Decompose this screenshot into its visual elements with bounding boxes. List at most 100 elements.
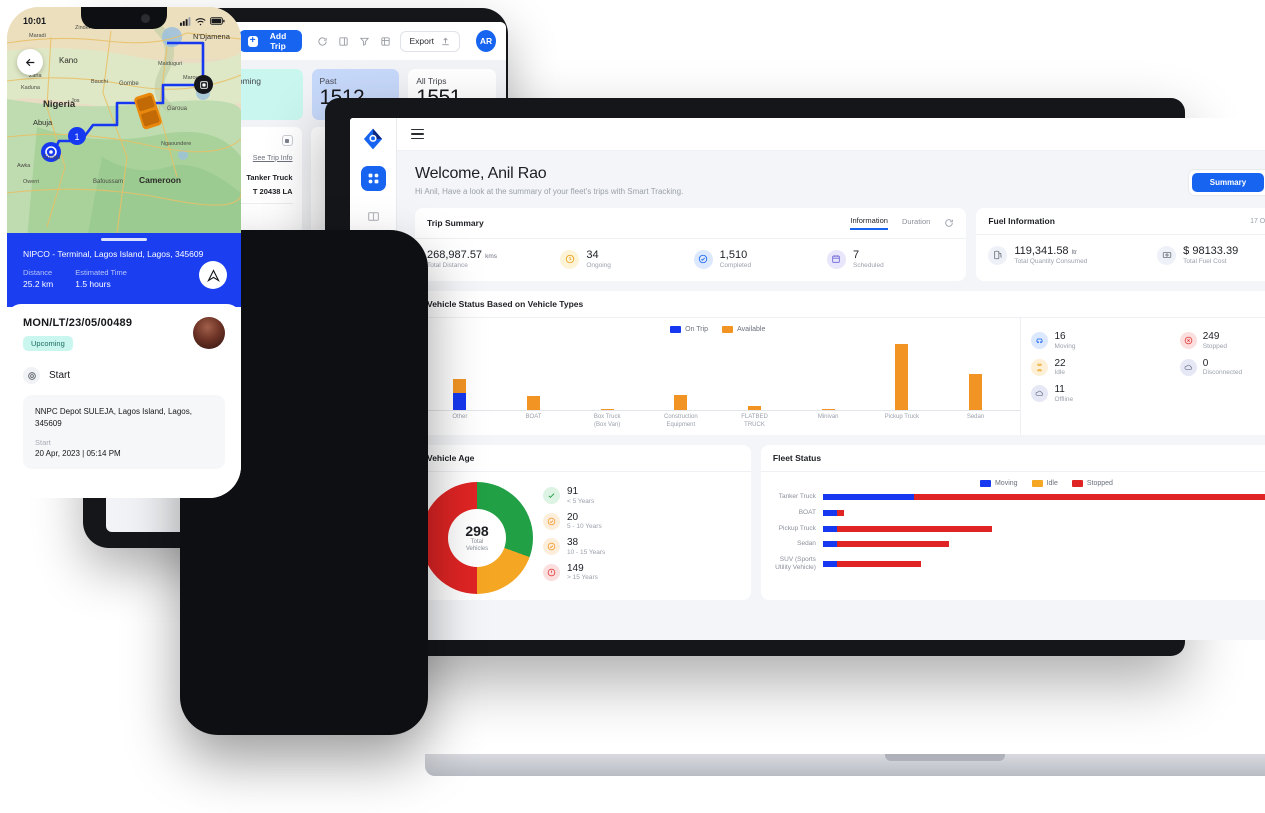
- kpi-label: Scheduled: [852, 262, 884, 270]
- fleet-status-segment: [822, 509, 837, 516]
- svg-text:Garoua: Garoua: [167, 106, 188, 112]
- toolbar-icon-group: [317, 36, 391, 47]
- tab-information[interactable]: Information: [850, 216, 888, 230]
- fleet-status-segment: [822, 493, 915, 500]
- page-subtitle: Hi Anil, Have a look at the summary of y…: [415, 187, 684, 196]
- bar-segment: [453, 393, 467, 411]
- status-col-left: 16 Moving 22 Idle 11 Offline: [1031, 332, 1173, 412]
- origin-pin-icon: [23, 367, 40, 384]
- see-trip-info-link[interactable]: See Trip Info: [253, 155, 293, 162]
- disconnect-icon: [1179, 358, 1197, 376]
- status-badge: Upcoming: [23, 336, 73, 351]
- tab-summary[interactable]: Summary: [1191, 173, 1265, 192]
- sidebar-item-reports[interactable]: [362, 205, 384, 227]
- bar-column: [527, 333, 540, 411]
- status-label: Stopped: [1202, 342, 1227, 350]
- svg-text:Enugu: Enugu: [43, 155, 60, 161]
- age-bucket-under-5: 91 < 5 Years: [543, 487, 745, 505]
- trip-more-icon[interactable]: [281, 135, 293, 147]
- filter-icon[interactable]: [359, 36, 370, 47]
- drag-handle[interactable]: [101, 238, 147, 241]
- fleet-status-row: Tanker Truck: [771, 493, 1265, 501]
- fleet-status-label: SUV (Sports Utility Vehicle): [775, 556, 816, 572]
- vehicle-status-header: Vehicle Status Based on Vehicle Types On…: [415, 291, 1265, 319]
- recenter-icon: [199, 80, 208, 89]
- check-circle-icon: [543, 512, 560, 530]
- upload-icon: [442, 37, 449, 45]
- kpi-total-distance: 268,987.57 kms Total Distance: [427, 249, 554, 269]
- age-value: 149: [567, 562, 584, 574]
- recenter-button[interactable]: [194, 75, 213, 94]
- kpi-total-fuel-cost: $ 98133.39 Total Fuel Cost: [1157, 245, 1265, 265]
- banner-eta: Estimated Time 1.5 hours: [75, 268, 127, 289]
- fuel-information-panel: Fuel Information 17 Oct 2023 To 16 N... …: [976, 208, 1265, 282]
- legend-moving: Moving: [979, 480, 1018, 488]
- banner-address: NIPCO - Terminal, Lagos Island, Lagos, 3…: [23, 249, 204, 259]
- add-trip-button[interactable]: + Add Trip: [238, 30, 303, 52]
- donut-center: 298 Total Vehicles: [448, 509, 506, 568]
- kpi-scheduled: 7 Scheduled: [826, 249, 954, 270]
- status-disconnected: 0 Disconnected: [1179, 358, 1265, 376]
- panel-title: Fuel Information: [988, 216, 1055, 226]
- fleet-status-segment: [836, 561, 922, 568]
- start-time-label: Start: [35, 438, 51, 448]
- fleet-status-track: [822, 525, 1265, 532]
- arrow-left-icon: [25, 58, 34, 66]
- fuel-date-range: 17 Oct 2023 To 16 N...: [1250, 217, 1265, 225]
- fleet-status-row: SUV (Sports Utility Vehicle): [771, 556, 1265, 572]
- bar-column: [821, 333, 835, 411]
- sidebar-item-dashboard[interactable]: [360, 166, 386, 191]
- driver-avatar[interactable]: [193, 317, 225, 349]
- welcome-section: Welcome, Anil Rao Hi Anil, Have a look a…: [397, 151, 1265, 208]
- vehicle-status-counts: 16 Moving 22 Idle 11 Offline 249 Stopped…: [1020, 318, 1265, 436]
- kpi-label: Total Distance: [427, 262, 468, 270]
- status-count-grid: 16 Moving 22 Idle 11 Offline 249 Stopped…: [1021, 318, 1265, 412]
- panel-title: Vehicle Status Based on Vehicle Types: [427, 299, 584, 310]
- summary-row: Trip Summary Information Duration 268,98…: [397, 208, 1265, 282]
- kpi-ongoing: 34 Ongoing: [560, 249, 687, 269]
- status-value: 22: [1054, 357, 1066, 369]
- export-button[interactable]: Export: [400, 30, 461, 52]
- stat-label: Past: [319, 76, 337, 86]
- tab-duration[interactable]: Duration: [902, 217, 930, 229]
- refresh-icon[interactable]: [944, 218, 954, 228]
- legend-label: Stopped: [1086, 480, 1113, 488]
- avatar[interactable]: AR: [476, 30, 496, 52]
- car-icon: [1031, 332, 1049, 350]
- refresh-icon[interactable]: [317, 36, 328, 47]
- fuel-kpis: 119,341.58 ltr Total Quantity Consumed $…: [976, 235, 1265, 277]
- banner-distance: Distance 25.2 km: [23, 268, 53, 289]
- menu-icon[interactable]: [411, 128, 424, 140]
- app-logo-icon: [363, 128, 383, 150]
- fleet-status-bars: Tanker Truck BOAT Pickup Truck Sedan SUV (Sp…: [761, 487, 1265, 572]
- kpi-completed: 1,510 Completed: [693, 249, 821, 269]
- kpi-value: $ 98133.39: [1183, 245, 1239, 257]
- grid-icon[interactable]: [380, 36, 391, 47]
- fleet-status-segment: [836, 541, 950, 548]
- navigation-icon: [206, 268, 220, 282]
- start-address: NNPC Depot SULEJA, Lagos Island, Lagos, …: [35, 407, 192, 428]
- kpi-value: 268,987.57: [427, 249, 483, 261]
- kpi-label: Total Quantity Consumed: [1014, 258, 1088, 266]
- bar-x-label: BOAT: [525, 414, 542, 421]
- map-canvas: 1 Maradi Zinder N'Djamena Kano Maiduguri…: [7, 7, 241, 239]
- status-col-right: 249 Stopped 0 Disconnected: [1179, 331, 1265, 412]
- age-label: 5 - 10 Years: [567, 523, 602, 531]
- fleet-status-segment: [836, 525, 992, 532]
- svg-text:Bauchi: Bauchi: [91, 79, 108, 85]
- svg-text:Gombe: Gombe: [119, 81, 139, 87]
- bottom-row: Vehicle Age 298 Total Vehicles 91 < 5 Ye…: [397, 445, 1265, 601]
- bar-x-label: FLATBED TRUCK: [741, 414, 768, 428]
- status-indicators: [180, 16, 225, 26]
- legend-idle: Idle: [1031, 480, 1058, 488]
- back-button[interactable]: [17, 49, 43, 75]
- age-bucket-5-10: 20 5 - 10 Years: [543, 512, 745, 531]
- fleet-status-header: Fleet Status: [760, 445, 1265, 473]
- battery-icon: [210, 17, 225, 25]
- map-view[interactable]: 1 Maradi Zinder N'Djamena Kano Maiduguri…: [7, 7, 241, 239]
- columns-icon[interactable]: [338, 36, 349, 47]
- fleet-status-row: Sedan: [771, 540, 1265, 548]
- navigate-button[interactable]: [199, 261, 227, 289]
- cellular-icon: [180, 16, 191, 26]
- status-value: 249: [1202, 331, 1220, 343]
